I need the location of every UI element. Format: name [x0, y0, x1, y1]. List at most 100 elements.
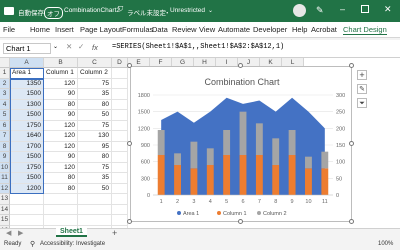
maximize-icon[interactable]	[361, 5, 369, 13]
table-cell[interactable]: 130	[78, 131, 112, 142]
empty-cell[interactable]	[78, 215, 112, 226]
close-icon[interactable]: ✕	[384, 4, 392, 15]
accessibility-status[interactable]: Accessibility: Investigate	[40, 241, 105, 247]
column-header-d[interactable]: D	[112, 58, 128, 68]
table-cell[interactable]: 50	[78, 110, 112, 121]
row-header-13[interactable]: 13	[0, 194, 10, 205]
table-cell[interactable]: 120	[44, 120, 78, 131]
accessibility-icon[interactable]: ⚲	[30, 240, 35, 248]
table-cell[interactable]: 90	[44, 152, 78, 163]
empty-cell[interactable]	[112, 110, 128, 121]
column-header-b[interactable]: B	[44, 58, 78, 68]
table-cell[interactable]: 120	[44, 78, 78, 89]
empty-cell[interactable]	[112, 120, 128, 131]
row-header-3[interactable]: 3	[0, 89, 10, 100]
empty-cell[interactable]	[112, 68, 128, 79]
tab-view[interactable]: View	[199, 25, 215, 34]
empty-cell[interactable]	[112, 78, 128, 89]
table-cell[interactable]: 95	[78, 141, 112, 152]
empty-cell[interactable]	[112, 183, 128, 194]
tab-review[interactable]: Review	[172, 25, 197, 34]
resize-handle[interactable]	[349, 141, 354, 146]
empty-cell[interactable]	[112, 141, 128, 152]
row-header-9[interactable]: 9	[0, 152, 10, 163]
sheet-tab-sheet1[interactable]: Sheet1	[56, 228, 87, 237]
table-cell[interactable]: 80	[44, 99, 78, 110]
row-header-10[interactable]: 10	[0, 162, 10, 173]
pen-icon[interactable]: ✎	[316, 5, 324, 16]
tab-page-layout[interactable]: Page Layout	[80, 25, 122, 34]
empty-cell[interactable]	[44, 194, 78, 205]
prev-sheet-icon[interactable]: ◀	[6, 229, 11, 237]
name-box[interactable]: Chart 1	[3, 43, 51, 54]
empty-cell[interactable]	[44, 215, 78, 226]
empty-cell[interactable]	[112, 162, 128, 173]
resize-handle[interactable]	[127, 141, 132, 146]
empty-cell[interactable]	[44, 204, 78, 215]
tab-automate[interactable]: Automate	[218, 25, 250, 34]
row-header-1[interactable]: 1	[0, 68, 10, 79]
insert-function-icon[interactable]: fx	[92, 43, 98, 52]
table-cell[interactable]: 80	[44, 183, 78, 194]
row-header-14[interactable]: 14	[0, 204, 10, 215]
row-header-6[interactable]: 6	[0, 120, 10, 131]
tab-help[interactable]: Help	[292, 25, 307, 34]
row-header-5[interactable]: 5	[0, 110, 10, 121]
tab-data[interactable]: Data	[152, 25, 168, 34]
empty-cell[interactable]	[10, 215, 44, 226]
empty-cell[interactable]	[112, 194, 128, 205]
table-cell[interactable]: 50	[78, 183, 112, 194]
table-cell[interactable]: 75	[78, 162, 112, 173]
empty-cell[interactable]	[112, 99, 128, 110]
resize-handle[interactable]	[238, 219, 243, 224]
row-header-11[interactable]: 11	[0, 173, 10, 184]
cancel-icon[interactable]: ✕	[66, 42, 72, 51]
row-header-15[interactable]: 15	[0, 215, 10, 226]
formula-input[interactable]: =SERIES(Sheet1!$A$1,,Sheet1!$A$2:$A$12,1…	[112, 43, 284, 51]
resize-handle[interactable]	[127, 219, 132, 224]
tab-formulas[interactable]: Formulas	[122, 25, 153, 34]
empty-cell[interactable]	[112, 173, 128, 184]
row-header-12[interactable]: 12	[0, 183, 10, 194]
next-sheet-icon[interactable]: ▶	[18, 229, 23, 237]
empty-cell[interactable]	[78, 204, 112, 215]
header-cell[interactable]: Column 1	[44, 68, 78, 79]
table-cell[interactable]: 80	[78, 152, 112, 163]
zoom-level[interactable]: 100%	[378, 241, 393, 247]
table-cell[interactable]: 80	[78, 99, 112, 110]
empty-cell[interactable]	[10, 194, 44, 205]
row-header-7[interactable]: 7	[0, 131, 10, 142]
chart-styles-button[interactable]: ✎	[357, 84, 367, 94]
table-cell[interactable]: 120	[44, 162, 78, 173]
table-cell[interactable]: 120	[44, 131, 78, 142]
tab-acrobat[interactable]: Acrobat	[311, 25, 337, 34]
empty-cell[interactable]	[112, 131, 128, 142]
empty-cell[interactable]	[78, 194, 112, 205]
tab-developer[interactable]: Developer	[253, 25, 287, 34]
chevron-down-icon[interactable]: ⌄	[208, 7, 213, 14]
empty-cell[interactable]	[112, 215, 128, 226]
tab-chart-design[interactable]: Chart Design	[343, 25, 387, 35]
empty-cell[interactable]	[112, 204, 128, 215]
row-header-2[interactable]: 2	[0, 78, 10, 89]
chevron-down-icon[interactable]: ⌄	[53, 43, 58, 50]
table-cell[interactable]: 35	[78, 89, 112, 100]
column-header-a[interactable]: A	[10, 58, 44, 68]
autosave-toggle[interactable]: オフ	[44, 7, 63, 19]
empty-cell[interactable]	[112, 89, 128, 100]
resize-handle[interactable]	[349, 219, 354, 224]
avatar[interactable]	[293, 4, 306, 17]
tab-file[interactable]: File	[3, 25, 15, 34]
row-header-8[interactable]: 8	[0, 141, 10, 152]
tab-insert[interactable]: Insert	[55, 25, 74, 34]
table-cell[interactable]: 90	[44, 89, 78, 100]
empty-cell[interactable]	[10, 204, 44, 215]
chart-filter-icon[interactable]: ⏷	[357, 98, 367, 108]
minimize-icon[interactable]: –	[340, 4, 345, 14]
select-all-corner[interactable]	[0, 58, 10, 68]
chart-elements-button[interactable]: +	[357, 70, 367, 80]
resize-handle[interactable]	[127, 63, 132, 68]
enter-icon[interactable]: ✓	[78, 42, 84, 51]
tab-home[interactable]: Home	[30, 25, 50, 34]
header-cell[interactable]: Area 1	[10, 68, 44, 79]
